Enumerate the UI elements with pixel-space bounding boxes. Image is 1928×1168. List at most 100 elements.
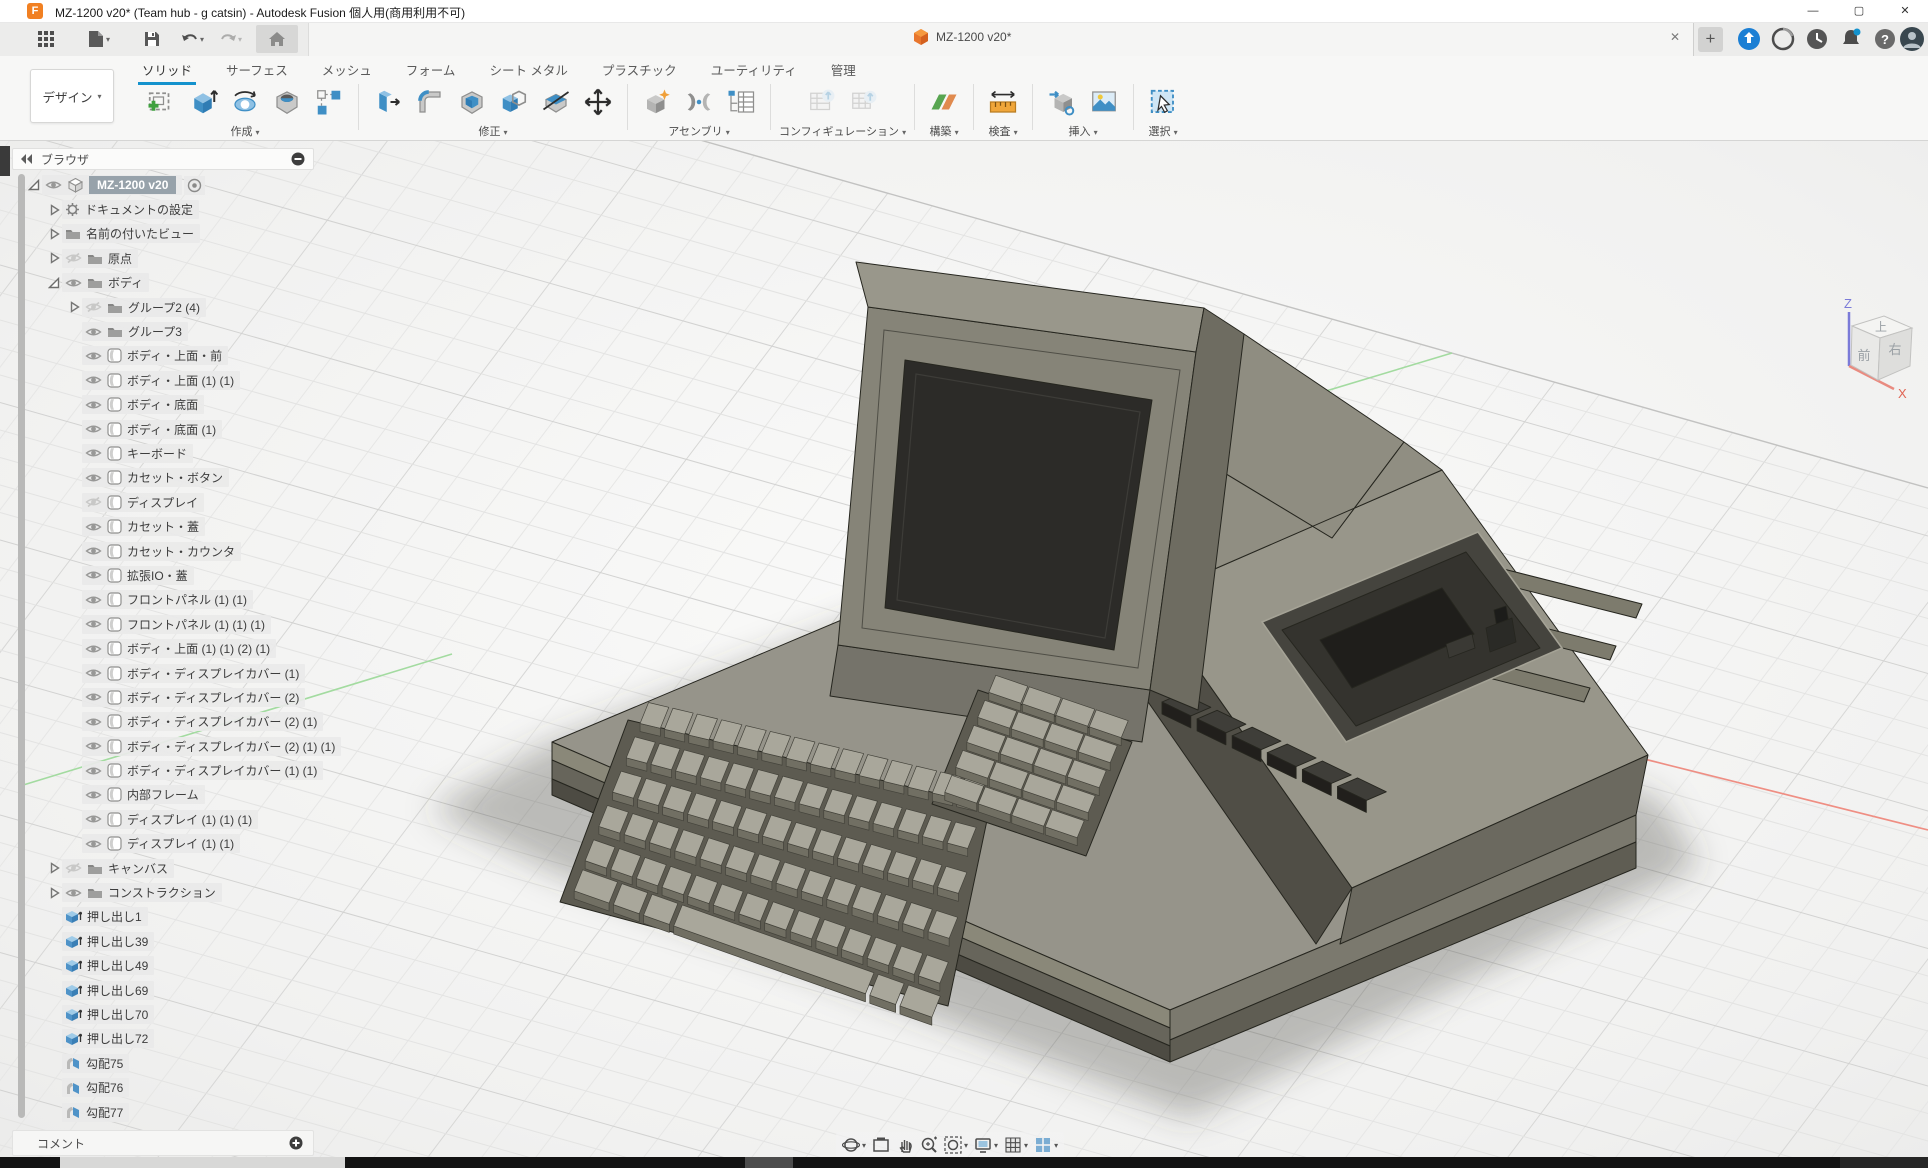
fit-icon[interactable]: ▾ <box>944 1136 968 1154</box>
visibility-on-icon[interactable] <box>85 569 102 581</box>
ribbon-group-label[interactable]: 検査 ▾ <box>989 123 1018 139</box>
extrude-icon[interactable] <box>182 83 224 121</box>
collapsed-arrow-icon[interactable] <box>46 862 62 874</box>
browser-row-label[interactable]: ドキュメントの設定 <box>85 201 193 218</box>
visibility-on-icon[interactable] <box>45 179 62 191</box>
extensions-icon[interactable] <box>1736 26 1762 52</box>
visibility-on-icon[interactable] <box>85 618 102 630</box>
ribbon-group-label[interactable]: 構築 ▾ <box>930 123 959 139</box>
browser-row-21[interactable]: ボディ・ディスプレイカバー (2) <box>12 685 314 709</box>
visibility-on-icon[interactable] <box>85 740 102 752</box>
activate-component-radio[interactable] <box>184 176 205 195</box>
browser-row-8[interactable]: ボディ・上面 (1) (1) <box>12 368 314 392</box>
collapsed-arrow-icon[interactable] <box>46 887 62 899</box>
browser-row-label[interactable]: 勾配76 <box>86 1079 123 1096</box>
browser-row-label[interactable]: 原点 <box>108 250 132 267</box>
workspace-selector[interactable]: デザイン ▾ <box>30 69 114 123</box>
browser-row-6[interactable]: グループ3 <box>12 319 314 343</box>
browser-row-label[interactable]: 勾配77 <box>86 1104 123 1121</box>
browser-row-14[interactable]: カセット・蓋 <box>12 514 314 538</box>
browser-row-label[interactable]: コンストラクション <box>108 884 216 901</box>
browser-row-26[interactable]: ディスプレイ (1) (1) (1) <box>12 807 314 831</box>
browser-row-7[interactable]: ボディ・上面・前 <box>12 344 314 368</box>
home-view-button[interactable] <box>256 25 298 53</box>
remove-circle-icon[interactable] <box>291 152 305 166</box>
browser-row-label[interactable]: 押し出し39 <box>87 933 148 950</box>
dropdown-caret[interactable]: ▾ <box>964 1141 968 1150</box>
browser-row-30[interactable]: 押し出し1 <box>12 905 314 929</box>
display-settings-icon[interactable]: ▾ <box>974 1136 998 1154</box>
ribbon-tab-2[interactable]: メッシュ <box>320 56 374 83</box>
look-at-icon[interactable] <box>872 1136 890 1154</box>
ribbon-tab-7[interactable]: 管理 <box>829 56 858 83</box>
visibility-on-icon[interactable] <box>85 447 102 459</box>
browser-row-34[interactable]: 押し出し70 <box>12 1002 314 1026</box>
visibility-on-icon[interactable] <box>65 277 82 289</box>
visibility-on-icon[interactable] <box>85 545 102 557</box>
browser-row-label[interactable]: ボディ・ディスプレイカバー (2) (1) <box>127 713 317 730</box>
minimize-button[interactable]: — <box>1790 0 1836 22</box>
visibility-on-icon[interactable] <box>85 521 102 533</box>
pattern-icon[interactable] <box>308 83 350 121</box>
zoom-icon[interactable] <box>920 1136 938 1154</box>
comments-bar[interactable]: コメント <box>12 1130 314 1156</box>
browser-row-35[interactable]: 押し出し72 <box>12 1027 314 1051</box>
visibility-off-icon[interactable] <box>85 496 102 508</box>
timeline-bar[interactable] <box>0 1157 1928 1168</box>
browser-row-24[interactable]: ボディ・ディスプレイカバー (1) (1) <box>12 758 314 782</box>
browser-row-label[interactable]: ディスプレイ (1) (1) <box>127 835 234 852</box>
file-menu-icon[interactable] <box>84 27 108 51</box>
save-icon[interactable] <box>140 27 164 51</box>
visibility-off-icon[interactable] <box>85 301 102 313</box>
browser-row-3[interactable]: 原点 <box>12 246 314 270</box>
job-status-icon[interactable] <box>1770 26 1796 52</box>
ribbon-tab-0[interactable]: ソリッド <box>140 56 194 83</box>
browser-row-17[interactable]: フロントパネル (1) (1) <box>12 588 314 612</box>
visibility-on-icon[interactable] <box>85 399 102 411</box>
viewcube-front-face[interactable]: 前 <box>1857 348 1870 363</box>
ribbon-tab-3[interactable]: フォーム <box>404 56 458 83</box>
ribbon-group-label[interactable]: 挿入 ▾ <box>1069 123 1098 139</box>
collapsed-arrow-icon[interactable] <box>46 204 62 216</box>
browser-row-label[interactable]: ボディ・底面 <box>127 396 198 413</box>
browser-row-label[interactable]: ディスプレイ (1) (1) (1) <box>127 811 252 828</box>
visibility-on-icon[interactable] <box>85 594 102 606</box>
ribbon-group-label[interactable]: 選択 ▾ <box>1149 123 1178 139</box>
revolve-icon[interactable] <box>224 83 266 121</box>
browser-row-label[interactable]: ボディ <box>108 274 143 291</box>
ribbon-tab-1[interactable]: サーフェス <box>224 56 290 83</box>
browser-row-32[interactable]: 押し出し49 <box>12 954 314 978</box>
browser-row-13[interactable]: ディスプレイ <box>12 490 314 514</box>
browser-row-12[interactable]: カセット・ボタン <box>12 466 314 490</box>
visibility-on-icon[interactable] <box>85 423 102 435</box>
visibility-on-icon[interactable] <box>85 643 102 655</box>
visibility-off-icon[interactable] <box>65 252 82 264</box>
expanded-arrow-icon[interactable] <box>26 179 42 191</box>
create-sketch-icon[interactable] <box>140 83 182 121</box>
browser-row-label[interactable]: カセット・蓋 <box>127 518 199 535</box>
pan-icon[interactable] <box>896 1136 914 1154</box>
browser-row-label[interactable]: ボディ・ディスプレイカバー (1) <box>127 665 299 682</box>
browser-row-16[interactable]: 拡張IO・蓋 <box>12 563 314 587</box>
browser-row-37[interactable]: 勾配76 <box>12 1075 314 1099</box>
collapse-panel-icon[interactable] <box>21 154 33 164</box>
browser-row-label[interactable]: ボディ・上面 (1) (1) (2) (1) <box>127 640 270 657</box>
new-component-icon[interactable] <box>636 83 678 121</box>
browser-row-label[interactable]: 押し出し69 <box>87 982 148 999</box>
browser-row-label[interactable]: カセット・カウンタ <box>127 543 235 560</box>
combine-icon[interactable] <box>493 83 535 121</box>
ribbon-group-label[interactable]: 作成 ▾ <box>230 123 259 139</box>
ribbon-group-label[interactable]: コンフィギュレーション ▾ <box>779 123 906 139</box>
undo-caret[interactable]: ▾ <box>200 35 204 44</box>
redo-caret[interactable]: ▾ <box>238 35 242 44</box>
browser-row-33[interactable]: 押し出し69 <box>12 978 314 1002</box>
browser-row-label[interactable]: ボディ・上面・前 <box>127 347 222 364</box>
browser-row-9[interactable]: ボディ・底面 <box>12 393 314 417</box>
browser-row-18[interactable]: フロントパネル (1) (1) (1) <box>12 612 314 636</box>
browser-row-label[interactable]: 内部フレーム <box>127 786 199 803</box>
orbit-icon[interactable]: ▾ <box>842 1136 866 1154</box>
browser-row-label[interactable]: 押し出し1 <box>87 908 142 925</box>
ribbon-tab-4[interactable]: シート メタル <box>487 56 569 83</box>
avatar[interactable] <box>1899 26 1925 52</box>
collapsed-arrow-icon[interactable] <box>46 228 62 240</box>
